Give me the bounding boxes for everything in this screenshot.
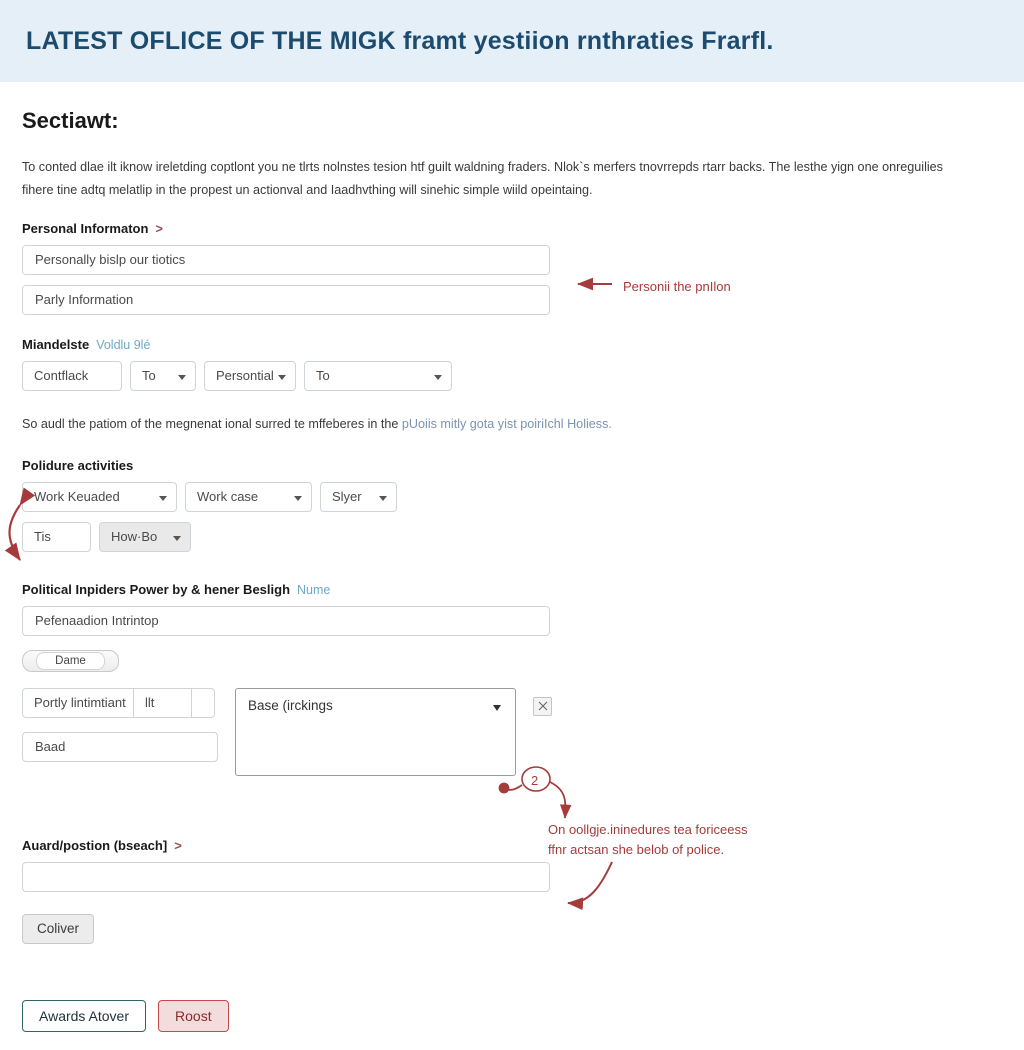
- chevron-right-icon[interactable]: >: [155, 221, 163, 236]
- page-title: LATEST OFLICE OF THE MIGK framt yestiion…: [26, 26, 774, 55]
- scissors-icon[interactable]: [533, 696, 552, 716]
- awards-atover-button[interactable]: Awards Atover: [22, 999, 147, 1032]
- polidure-row-1: Work Keuaded Work case Slyer: [22, 481, 1000, 512]
- political-input-1[interactable]: Pefenaadion Intrintop: [22, 605, 550, 636]
- political-listbox[interactable]: Base (irckings: [235, 687, 516, 776]
- polidure-text-field[interactable]: Tis: [22, 521, 91, 552]
- coliver-button[interactable]: Coliver: [22, 913, 95, 944]
- mandelste-select-1[interactable]: To: [130, 360, 196, 391]
- personal-input-1[interactable]: Personally bislp our tiotics: [22, 244, 550, 275]
- personal-information-label-text: Personal Informaton: [22, 220, 149, 236]
- intro-paragraph: To conted dlae ilt iknow ireletding copt…: [22, 156, 1000, 203]
- note-paragraph-text: So audl the patiom of the megnenat ional…: [22, 416, 402, 431]
- polidure-activities-label: Polidure activities: [22, 458, 1000, 473]
- polidure-select-1[interactable]: Work Keuaded: [22, 481, 177, 512]
- award-position-label: Auard/postion (bseach] >: [22, 838, 1000, 853]
- political-inpiders-label-text: Political Inpiders Power by & hener Besl…: [22, 581, 291, 597]
- political-listbox-value: Base (irckings: [248, 697, 333, 713]
- mandelste-text-field[interactable]: Contflack: [22, 360, 122, 391]
- polidure-select-3[interactable]: Slyer: [320, 481, 397, 512]
- political-group-segment-1[interactable]: Portly lintimtiant: [22, 687, 134, 718]
- page-header-band: LATEST OFLICE OF THE MIGK framt yestiion…: [0, 0, 1024, 82]
- award-position-label-text: Auard/postion (bseach]: [22, 837, 168, 853]
- mandelste-label: Miandelste Voldlu 9lé: [22, 337, 1000, 352]
- political-group-segment-2[interactable]: llt: [134, 687, 192, 718]
- mandelste-select-3[interactable]: To: [304, 360, 452, 391]
- roost-button[interactable]: Roost: [158, 999, 229, 1032]
- polidure-select-4[interactable]: How·Bo: [99, 521, 191, 552]
- page-body: Sectiawt: To conted dlae ilt iknow irele…: [0, 82, 1024, 1032]
- polidure-select-2[interactable]: Work case: [185, 481, 312, 512]
- political-complex-row: Portly lintimtiant llt Baad Base (irckin…: [22, 687, 1000, 776]
- political-below-field[interactable]: Baad: [22, 731, 218, 762]
- political-inpiders-sub-link[interactable]: Nume: [297, 583, 330, 597]
- intro-line-1: To conted dlae ilt iknow ireletding copt…: [22, 160, 943, 174]
- dame-toggle-label: Dame: [36, 651, 105, 670]
- footer-button-row: Awards Atover Roost: [22, 999, 1000, 1032]
- chevron-right-icon-award[interactable]: >: [174, 838, 182, 853]
- dame-toggle[interactable]: Dame: [22, 649, 119, 672]
- note-paragraph: So audl the patiom of the megnenat ional…: [22, 413, 1000, 436]
- political-inpiders-label: Political Inpiders Power by & hener Besl…: [22, 582, 1000, 597]
- personal-input-2[interactable]: Parly Information: [22, 284, 550, 315]
- mandelste-controls-row: Contflack To Persontial To: [22, 360, 1000, 391]
- award-input[interactable]: [22, 861, 550, 892]
- intro-line-2: fihere tine adtq melatlip in the propest…: [22, 183, 593, 198]
- mandelste-select-2[interactable]: Persontial: [204, 360, 296, 391]
- note-paragraph-muted: pUoiis mitly gota yist poiriIchl Holiess…: [401, 416, 612, 431]
- mandelste-label-text: Miandelste: [22, 336, 90, 352]
- political-left-column: Portly lintimtiant llt Baad: [22, 687, 218, 762]
- personal-information-label: Personal Informaton >: [22, 221, 1000, 236]
- political-input-group: Portly lintimtiant llt: [22, 687, 218, 718]
- mandelste-sub-link[interactable]: Voldlu 9lé: [96, 338, 150, 352]
- polidure-activities-label-text: Polidure activities: [22, 457, 134, 473]
- polidure-row-2: Tis How·Bo: [22, 521, 1000, 552]
- political-group-segment-3[interactable]: [192, 687, 215, 718]
- section-title: Sectiawt:: [22, 108, 119, 133]
